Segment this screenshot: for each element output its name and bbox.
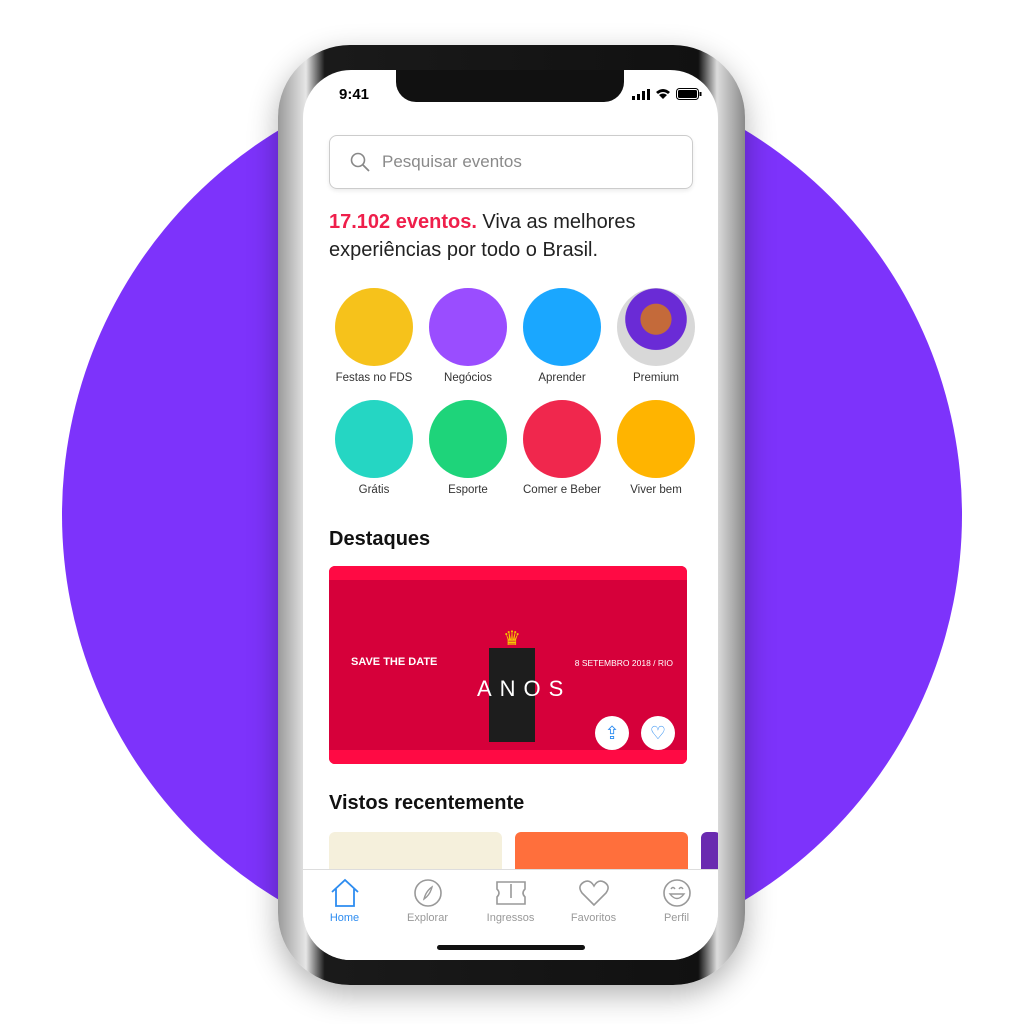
category-negocios[interactable]: Negócios: [421, 288, 515, 384]
smiley-icon: [662, 879, 691, 907]
favorite-button[interactable]: ♡: [641, 716, 675, 750]
banner-anos: ANOS: [477, 676, 572, 701]
home-indicator[interactable]: [437, 945, 585, 950]
home-icon: [330, 878, 359, 907]
tab-label: Ingressos: [486, 912, 535, 924]
app-screen: 9:41 Pesquisar eventos 17.102 eventos. V…: [303, 70, 718, 960]
search-input[interactable]: Pesquisar eventos: [329, 135, 693, 189]
category-label: Viver bem: [630, 484, 682, 496]
category-image: [523, 288, 601, 366]
category-label: Comer e Beber: [523, 484, 601, 496]
status-icons: [632, 88, 702, 100]
banner-stripe: [329, 750, 687, 764]
search-placeholder: Pesquisar eventos: [382, 152, 522, 171]
banner-save-the-date: SAVE THE DATE: [351, 656, 438, 668]
compass-icon: [413, 879, 442, 907]
tab-label: Explorar: [407, 912, 448, 924]
battery-icon: [676, 88, 702, 100]
category-image: [617, 288, 695, 366]
category-image: [429, 288, 507, 366]
search-icon: [350, 152, 370, 172]
category-image: [335, 400, 413, 478]
headline: 17.102 eventos. Viva as melhores experiê…: [329, 208, 699, 264]
category-esporte[interactable]: Esporte: [421, 400, 515, 496]
banner-stripe: [329, 566, 687, 580]
category-label: Esporte: [448, 484, 488, 496]
category-label: Premium: [632, 372, 679, 384]
tab-label: Home: [329, 912, 360, 924]
share-button[interactable]: ⇪: [595, 716, 629, 750]
status-time: 9:41: [339, 86, 370, 103]
tab-label: Favoritos: [570, 912, 617, 924]
category-label: Negócios: [444, 372, 492, 384]
share-icon: ⇪: [604, 722, 620, 743]
category-label: Aprender: [538, 372, 586, 384]
category-festas[interactable]: Festas no FDS: [327, 288, 421, 384]
heart-icon: [578, 880, 609, 907]
category-image: [335, 288, 413, 366]
banner-date: 8 SETEMBRO 2018 / RIO: [574, 658, 673, 668]
notch: [396, 70, 624, 102]
wifi-icon: [656, 89, 670, 99]
section-title-destaques: Destaques: [329, 528, 431, 550]
event-count: 17.102 eventos.: [329, 211, 477, 233]
category-image: [429, 400, 507, 478]
category-viver-bem[interactable]: Viver bem: [609, 400, 703, 496]
signal-icon: [632, 88, 650, 100]
featured-event-banner[interactable]: SAVE THE DATE ♛ ANOS 8 SETEMBRO 2018 / R…: [329, 566, 687, 764]
heart-icon: ♡: [649, 722, 667, 743]
tab-home[interactable]: Home: [310, 878, 380, 960]
ticket-icon: [495, 881, 526, 905]
category-aprender[interactable]: Aprender: [515, 288, 609, 384]
category-comer-beber[interactable]: Comer e Beber: [515, 400, 609, 496]
tab-perfil[interactable]: Perfil: [642, 878, 712, 960]
section-title-recentes: Vistos recentemente: [329, 792, 525, 814]
category-premium[interactable]: Premium: [609, 288, 703, 384]
category-label: Grátis: [358, 484, 390, 496]
category-image: [617, 400, 695, 478]
category-label: Festas no FDS: [335, 372, 413, 384]
category-image: [523, 400, 601, 478]
tab-label: Perfil: [663, 912, 690, 924]
category-gratis[interactable]: Grátis: [327, 400, 421, 496]
category-grid: Festas no FDS Negócios Aprender Premium …: [327, 288, 697, 496]
